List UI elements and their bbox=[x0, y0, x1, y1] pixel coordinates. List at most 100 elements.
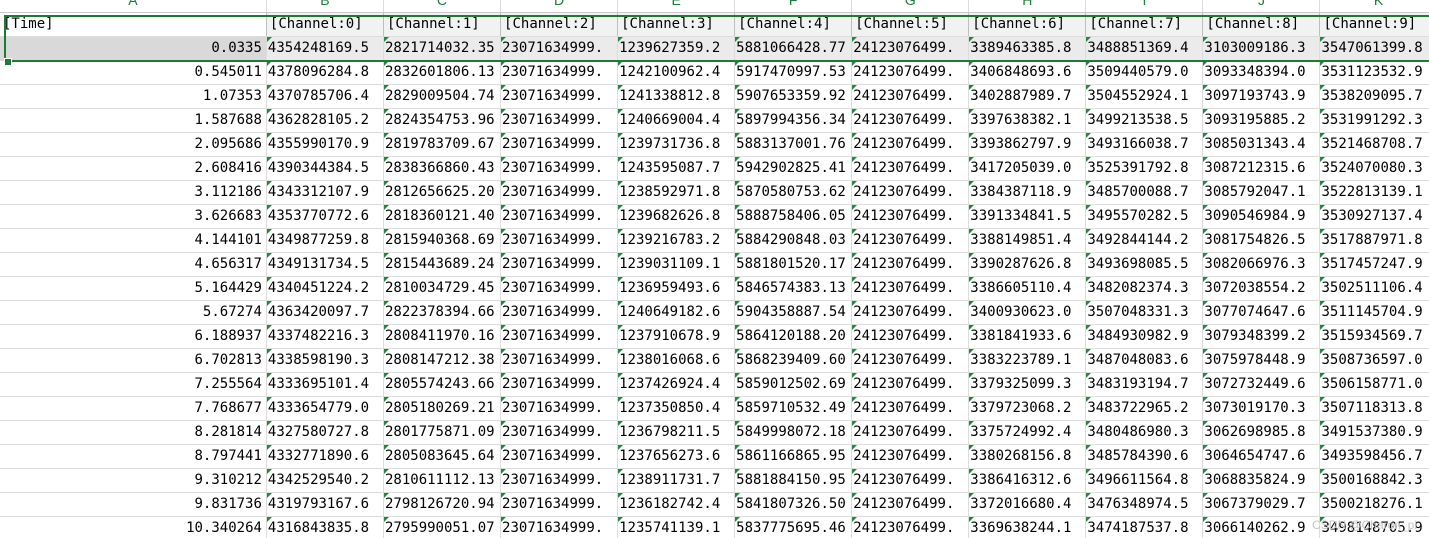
channel-value-cell[interactable]: 24123076499. bbox=[851, 228, 970, 253]
channel-value-cell[interactable]: 5864120188.20 bbox=[734, 324, 853, 349]
channel-value-cell[interactable]: 4333695101.4 bbox=[266, 372, 384, 397]
channel-value-cell[interactable]: 3495570282.5 bbox=[1085, 204, 1204, 229]
channel-value-cell[interactable]: 1239627359.2 bbox=[617, 36, 736, 61]
channel-value-cell[interactable]: 1238592971.8 bbox=[617, 180, 736, 205]
time-cell[interactable]: 0.0335 bbox=[0, 36, 267, 61]
channel-value-cell[interactable]: 23071634999. bbox=[500, 132, 619, 157]
channel-value-cell[interactable]: 24123076499. bbox=[851, 36, 970, 61]
channel-value-cell[interactable]: 1237910678.9 bbox=[617, 324, 736, 349]
channel-value-cell[interactable]: 5859710532.49 bbox=[734, 396, 853, 421]
time-cell[interactable]: 5.67274 bbox=[0, 300, 267, 325]
channel-value-cell[interactable]: 4362828105.2 bbox=[266, 108, 384, 133]
time-cell[interactable]: 9.831736 bbox=[0, 492, 267, 517]
channel-value-cell[interactable]: 2810611112.13 bbox=[383, 468, 502, 493]
channel-value-cell[interactable]: 3390287626.8 bbox=[968, 252, 1087, 277]
channel-value-cell[interactable]: 23071634999. bbox=[500, 36, 619, 61]
channel-value-cell[interactable]: 2818360121.40 bbox=[383, 204, 502, 229]
channel-value-cell[interactable]: 1238016068.6 bbox=[617, 348, 736, 373]
channel-value-cell[interactable]: 2822378394.66 bbox=[383, 300, 502, 325]
time-cell[interactable]: 9.310212 bbox=[0, 468, 267, 493]
channel-value-cell[interactable]: 4370785706.4 bbox=[266, 84, 384, 109]
channel-value-cell[interactable]: 23071634999. bbox=[500, 372, 619, 397]
channel-value-cell[interactable]: 3388149851.4 bbox=[968, 228, 1087, 253]
channel-value-cell[interactable]: 3386605110.4 bbox=[968, 276, 1087, 301]
channel-value-cell[interactable]: 24123076499. bbox=[851, 492, 970, 517]
channel-value-cell[interactable]: 3075978448.9 bbox=[1202, 348, 1321, 373]
header-cell[interactable]: [Channel:8] bbox=[1202, 12, 1321, 37]
time-cell[interactable]: 6.188937 bbox=[0, 324, 267, 349]
channel-value-cell[interactable]: 2824354753.96 bbox=[383, 108, 502, 133]
channel-value-cell[interactable]: 3085031343.4 bbox=[1202, 132, 1321, 157]
channel-value-cell[interactable]: 3507048331.3 bbox=[1085, 300, 1204, 325]
channel-value-cell[interactable]: 3079348399.2 bbox=[1202, 324, 1321, 349]
channel-value-cell[interactable]: 3072038554.2 bbox=[1202, 276, 1321, 301]
channel-value-cell[interactable]: 3521468708.7 bbox=[1319, 132, 1429, 157]
channel-value-cell[interactable]: 3531123532.9 bbox=[1319, 60, 1429, 85]
channel-value-cell[interactable]: 4333654779.0 bbox=[266, 396, 384, 421]
channel-value-cell[interactable]: 24123076499. bbox=[851, 396, 970, 421]
channel-value-cell[interactable]: 24123076499. bbox=[851, 420, 970, 445]
channel-value-cell[interactable]: 3379723068.2 bbox=[968, 396, 1087, 421]
header-cell[interactable]: [Channel:7] bbox=[1085, 12, 1204, 37]
fill-handle[interactable] bbox=[4, 58, 12, 66]
channel-value-cell[interactable]: 3380268156.8 bbox=[968, 444, 1087, 469]
channel-value-cell[interactable]: 4319793167.6 bbox=[266, 492, 384, 517]
column-letter-D[interactable]: D bbox=[500, 0, 619, 13]
channel-value-cell[interactable]: 3379325099.3 bbox=[968, 372, 1087, 397]
channel-value-cell[interactable]: 3090546984.9 bbox=[1202, 204, 1321, 229]
channel-value-cell[interactable]: 2832601806.13 bbox=[383, 60, 502, 85]
channel-value-cell[interactable]: 3062698985.8 bbox=[1202, 420, 1321, 445]
channel-value-cell[interactable]: 5846574383.13 bbox=[734, 276, 853, 301]
header-cell[interactable]: [Channel:1] bbox=[383, 12, 502, 37]
channel-value-cell[interactable]: 5942902825.41 bbox=[734, 156, 853, 181]
channel-value-cell[interactable]: 4342529540.2 bbox=[266, 468, 384, 493]
channel-value-cell[interactable]: 3375724992.4 bbox=[968, 420, 1087, 445]
channel-value-cell[interactable]: 3480486980.3 bbox=[1085, 420, 1204, 445]
channel-value-cell[interactable]: 3484930982.9 bbox=[1085, 324, 1204, 349]
channel-value-cell[interactable]: 2810034729.45 bbox=[383, 276, 502, 301]
time-cell[interactable]: 6.702813 bbox=[0, 348, 267, 373]
channel-value-cell[interactable]: 3085792047.1 bbox=[1202, 180, 1321, 205]
channel-value-cell[interactable]: 2805574243.66 bbox=[383, 372, 502, 397]
channel-value-cell[interactable]: 1239682626.8 bbox=[617, 204, 736, 229]
channel-value-cell[interactable]: 4355990170.9 bbox=[266, 132, 384, 157]
channel-value-cell[interactable]: 4327580727.8 bbox=[266, 420, 384, 445]
channel-value-cell[interactable]: 3397638382.1 bbox=[968, 108, 1087, 133]
channel-value-cell[interactable]: 3525391792.8 bbox=[1085, 156, 1204, 181]
channel-value-cell[interactable]: 23071634999. bbox=[500, 468, 619, 493]
time-cell[interactable]: 10.340264 bbox=[0, 516, 267, 538]
channel-value-cell[interactable]: 24123076499. bbox=[851, 60, 970, 85]
channel-value-cell[interactable]: 23071634999. bbox=[500, 300, 619, 325]
channel-value-cell[interactable]: 24123076499. bbox=[851, 84, 970, 109]
time-cell[interactable]: 4.656317 bbox=[0, 252, 267, 277]
channel-value-cell[interactable]: 5881801520.17 bbox=[734, 252, 853, 277]
channel-value-cell[interactable]: 3547061399.8 bbox=[1319, 36, 1429, 61]
column-letter-I[interactable]: I bbox=[1085, 0, 1204, 13]
channel-value-cell[interactable]: 24123076499. bbox=[851, 204, 970, 229]
channel-value-cell[interactable]: 23071634999. bbox=[500, 228, 619, 253]
channel-value-cell[interactable]: 2829009504.74 bbox=[383, 84, 502, 109]
channel-value-cell[interactable]: 2801775871.09 bbox=[383, 420, 502, 445]
channel-value-cell[interactable]: 2815443689.24 bbox=[383, 252, 502, 277]
channel-value-cell[interactable]: 4354248169.5 bbox=[266, 36, 384, 61]
channel-value-cell[interactable]: 1242100962.4 bbox=[617, 60, 736, 85]
channel-value-cell[interactable]: 3093348394.0 bbox=[1202, 60, 1321, 85]
header-cell[interactable]: [Channel:6] bbox=[968, 12, 1087, 37]
channel-value-cell[interactable]: 2795990051.07 bbox=[383, 516, 502, 538]
channel-value-cell[interactable]: 5868239409.60 bbox=[734, 348, 853, 373]
channel-value-cell[interactable]: 23071634999. bbox=[500, 180, 619, 205]
time-cell[interactable]: 4.144101 bbox=[0, 228, 267, 253]
channel-value-cell[interactable]: 4349877259.8 bbox=[266, 228, 384, 253]
channel-value-cell[interactable]: 5917470997.53 bbox=[734, 60, 853, 85]
channel-value-cell[interactable]: 4353770772.6 bbox=[266, 204, 384, 229]
channel-value-cell[interactable]: 1243595087.7 bbox=[617, 156, 736, 181]
header-cell[interactable]: [Channel:0] bbox=[266, 12, 384, 37]
channel-value-cell[interactable]: 5837775695.46 bbox=[734, 516, 853, 538]
time-cell[interactable]: 3.626683 bbox=[0, 204, 267, 229]
channel-value-cell[interactable]: 1237656273.6 bbox=[617, 444, 736, 469]
channel-value-cell[interactable]: 5881066428.77 bbox=[734, 36, 853, 61]
channel-value-cell[interactable]: 3482082374.3 bbox=[1085, 276, 1204, 301]
channel-value-cell[interactable]: 23071634999. bbox=[500, 396, 619, 421]
channel-value-cell[interactable]: 3476348974.5 bbox=[1085, 492, 1204, 517]
channel-value-cell[interactable]: 23071634999. bbox=[500, 108, 619, 133]
